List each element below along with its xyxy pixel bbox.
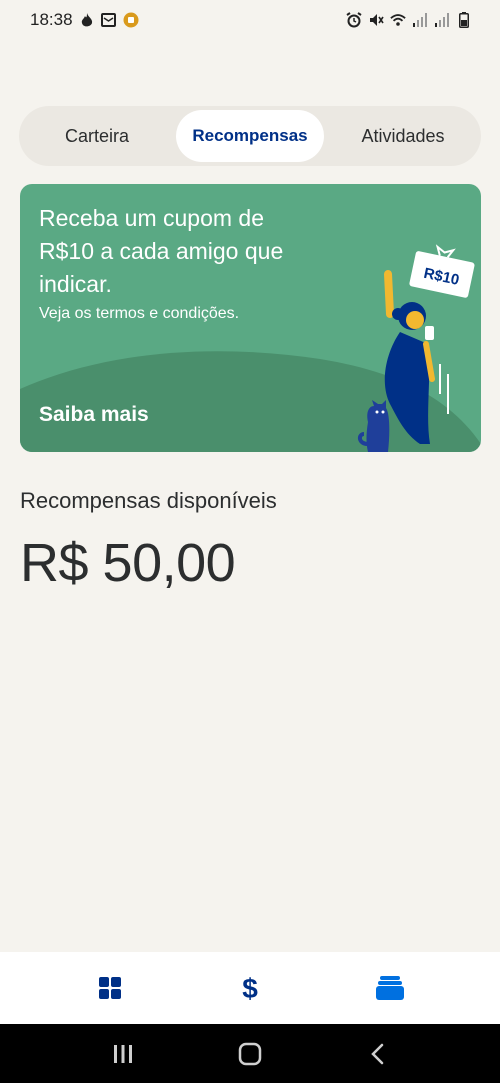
tab-label: Carteira bbox=[64, 125, 130, 146]
referral-promo-card[interactable]: Receba um cupom de R$10 a cada amigo que… bbox=[20, 184, 481, 452]
tab-carteira[interactable]: Carteira bbox=[23, 110, 171, 162]
referral-illustration: R$10 bbox=[357, 244, 475, 452]
home-icon bbox=[238, 1042, 262, 1065]
signal-icon bbox=[434, 12, 450, 28]
promo-terms-link[interactable]: Veja os termos e condições. bbox=[39, 305, 239, 323]
coin-icon bbox=[123, 12, 139, 28]
signal-icon bbox=[412, 12, 428, 28]
mail-icon bbox=[101, 12, 117, 28]
rewards-amount: R$ 50,00 bbox=[20, 533, 236, 593]
wallet-tabs: Carteira Recompensas Atividades bbox=[19, 106, 481, 166]
dashboard-icon bbox=[99, 977, 121, 999]
promo-headline: Receba um cupom de R$10 a cada amigo que… bbox=[39, 205, 284, 297]
status-left: 18:38 bbox=[30, 10, 139, 30]
back-icon bbox=[370, 1043, 383, 1064]
recents-icon bbox=[114, 1044, 133, 1063]
status-time: 18:38 bbox=[30, 10, 73, 29]
bottom-nav: $ bbox=[0, 952, 500, 1024]
battery-icon bbox=[456, 12, 472, 28]
svg-text:$: $ bbox=[242, 973, 258, 1003]
system-nav-bar bbox=[0, 1024, 500, 1083]
nav-payments-button[interactable]: $ bbox=[220, 958, 280, 1018]
tab-atividades[interactable]: Atividades bbox=[329, 110, 477, 162]
tab-label: Atividades bbox=[361, 125, 445, 146]
mute-icon bbox=[368, 12, 384, 28]
nav-home-button[interactable] bbox=[80, 958, 140, 1018]
back-button[interactable] bbox=[352, 1029, 402, 1079]
cards-icon bbox=[376, 976, 404, 1000]
recents-button[interactable] bbox=[98, 1029, 148, 1079]
flame-icon bbox=[79, 12, 95, 28]
status-right bbox=[346, 12, 472, 28]
alarm-icon bbox=[346, 12, 362, 28]
nav-wallet-button[interactable] bbox=[360, 958, 420, 1018]
home-button[interactable] bbox=[225, 1029, 275, 1079]
promo-learn-more-link[interactable]: Saiba mais bbox=[39, 403, 149, 427]
status-bar: 18:38 bbox=[0, 0, 500, 40]
dollar-icon: $ bbox=[242, 973, 258, 1003]
tab-recompensas[interactable]: Recompensas bbox=[176, 110, 324, 162]
tab-label: Recompensas bbox=[192, 126, 308, 145]
wifi-icon bbox=[390, 12, 406, 28]
rewards-title: Recompensas disponíveis bbox=[20, 488, 277, 513]
